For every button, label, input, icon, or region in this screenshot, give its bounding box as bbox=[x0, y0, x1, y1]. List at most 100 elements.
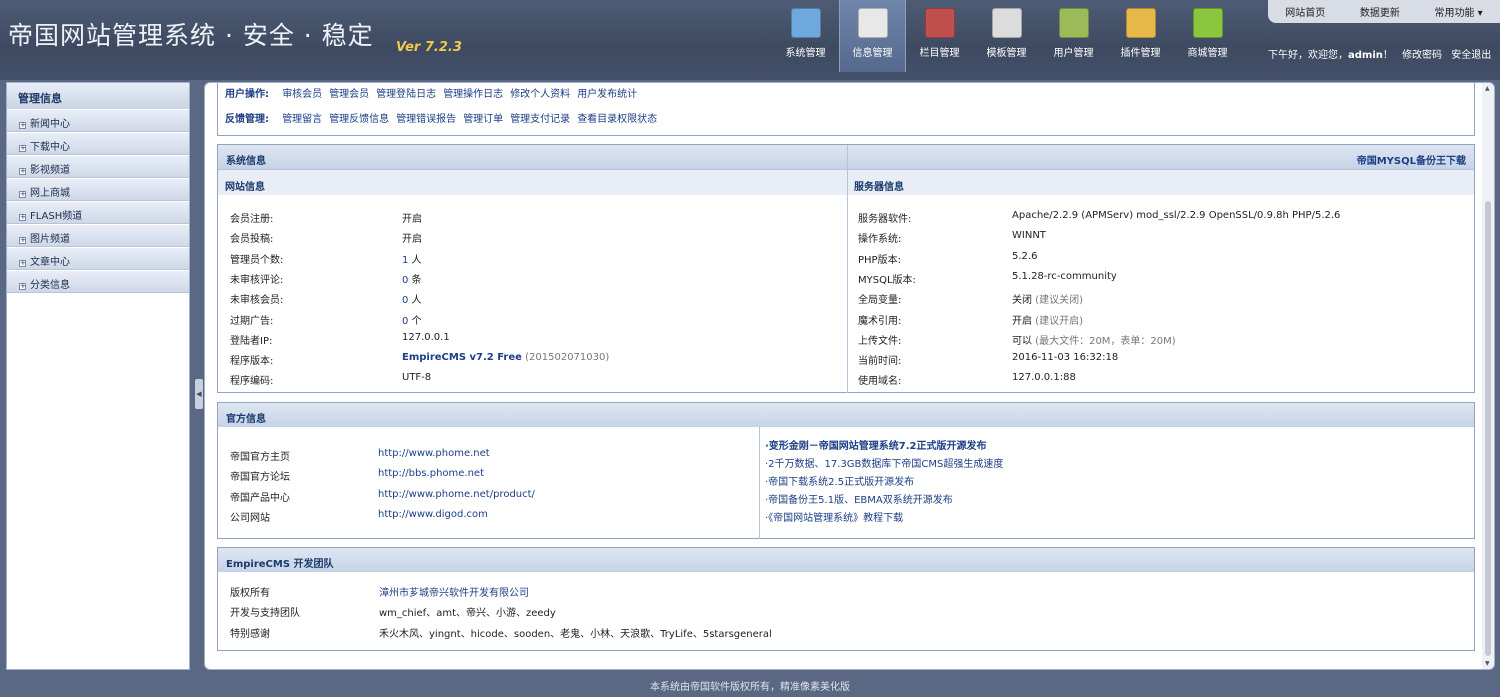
ops-link[interactable]: 查看目录权限状态 bbox=[577, 114, 657, 125]
ops-link[interactable]: 管理留言 bbox=[282, 114, 322, 125]
info-value: 开启 bbox=[402, 210, 422, 225]
nav-label: 商城管理 bbox=[1187, 48, 1228, 59]
common-functions-label: 常用功能 bbox=[1434, 8, 1475, 19]
info-value: 0 人 bbox=[402, 291, 422, 306]
info-row: 魔术引用: 开启 (建议开启) bbox=[858, 312, 1083, 327]
ops-link[interactable]: 管理会员 bbox=[329, 89, 369, 100]
scrollbar[interactable]: ▲ ▼ bbox=[1482, 83, 1494, 669]
logout-link[interactable]: 安全退出 bbox=[1451, 50, 1491, 61]
sidebar-item[interactable]: + 下载中心 bbox=[7, 133, 189, 155]
news-link[interactable]: ·2千万数据、17.3GB数据库下帝国CMS超强生成速度 bbox=[765, 455, 1003, 470]
mysql-backup-link[interactable]: 帝国MYSQL备份王下载 bbox=[1357, 152, 1466, 167]
operations-box: 用户操作: 审核会员 管理会员 管理登陆日志 管理操作日志 修改个人资料 用户发布统计 反… bbox=[217, 83, 1475, 136]
info-unit: (建议关闭) bbox=[1032, 295, 1083, 307]
info-value-text: 关闭 bbox=[1012, 295, 1032, 307]
home-link[interactable]: 网站首页 bbox=[1285, 4, 1325, 19]
sidebar-item[interactable]: + 影视频道 bbox=[7, 156, 189, 178]
info-key: 全局变量: bbox=[858, 295, 902, 307]
info-value: WINNT bbox=[1012, 230, 1046, 241]
common-functions-menu[interactable]: 常用功能 ▾ bbox=[1434, 4, 1482, 19]
expand-icon: + bbox=[19, 259, 26, 267]
shopping-bag-icon bbox=[1192, 8, 1223, 38]
change-password-link[interactable]: 修改密码 bbox=[1402, 50, 1442, 61]
info-value: 5.2.6 bbox=[1012, 251, 1037, 262]
info-row: 当前时间: 2016-11-03 16:32:18 bbox=[858, 352, 1118, 368]
info-key: 过期广告: bbox=[230, 315, 274, 327]
nav-cabinet[interactable]: 用户管理 bbox=[1040, 0, 1107, 72]
official-link-label: 帝国官方主页 bbox=[230, 452, 290, 463]
scroll-down-icon[interactable]: ▼ bbox=[1485, 660, 1490, 667]
scroll-up-icon[interactable]: ▲ bbox=[1485, 85, 1490, 92]
sidebar-item[interactable]: + 新闻中心 bbox=[7, 110, 189, 132]
news-link[interactable]: ·帝国下载系统2.5正式版开源发布 bbox=[765, 473, 914, 488]
info-value: 开启 (建议开启) bbox=[1012, 312, 1083, 327]
ops-link[interactable]: 管理错误报告 bbox=[396, 114, 456, 125]
update-link[interactable]: 数据更新 bbox=[1360, 4, 1400, 19]
nav-shopping-bag[interactable]: 商城管理 bbox=[1174, 0, 1241, 72]
ops-link[interactable]: 管理操作日志 bbox=[443, 89, 503, 100]
nav-label: 信息管理 bbox=[852, 48, 893, 59]
nav-label: 系统管理 bbox=[785, 48, 826, 59]
nav-template[interactable]: 模板管理 bbox=[973, 0, 1040, 72]
nav-label: 栏目管理 bbox=[919, 48, 960, 59]
info-row: 程序编码: UTF-8 bbox=[230, 372, 431, 387]
info-row: 管理员个数: 1 人 bbox=[230, 251, 422, 266]
ops-link[interactable]: 审核会员 bbox=[282, 89, 322, 100]
team-value[interactable]: 漳州市芗城帝兴软件开发有限公司 bbox=[379, 584, 529, 599]
team-row: 版权所有 漳州市芗城帝兴软件开发有限公司 bbox=[230, 584, 529, 599]
team-value: 禾火木风、yingnt、hicode、sooden、老鬼、小林、天浪歌、TryL… bbox=[379, 628, 772, 640]
expand-icon: + bbox=[19, 213, 26, 221]
info-value: 5.1.28-rc-community bbox=[1012, 271, 1117, 282]
official-url-link[interactable]: http://www.phome.net/product/ bbox=[378, 489, 535, 500]
nav-box[interactable]: 插件管理 bbox=[1107, 0, 1174, 72]
official-link-row: 帝国官方论坛 http://bbs.phome.net bbox=[230, 468, 484, 483]
team-label: 特别感谢 bbox=[230, 628, 270, 640]
collapse-sidebar-button[interactable]: ◀ bbox=[195, 379, 203, 409]
ops-link[interactable]: 管理支付记录 bbox=[510, 114, 570, 125]
book-icon bbox=[924, 8, 955, 38]
server-info-title: 服务器信息 bbox=[854, 182, 904, 193]
nav-notepad[interactable]: 信息管理 bbox=[839, 0, 906, 72]
team-label: 开发与支持团队 bbox=[230, 608, 300, 620]
sidebar-item[interactable]: + 图片频道 bbox=[7, 225, 189, 247]
ops-link[interactable]: 管理登陆日志 bbox=[376, 89, 436, 100]
info-row: 全局变量: 关闭 (建议关闭) bbox=[858, 291, 1083, 307]
info-value-text: 5.1.28-rc-community bbox=[1012, 270, 1117, 282]
info-row: 过期广告: 0 个 bbox=[230, 312, 422, 327]
official-url-link[interactable]: http://www.digod.com bbox=[378, 509, 488, 520]
team-box: EmpireCMS 开发团队 版权所有 漳州市芗城帝兴软件开发有限公司 开发与支持团… bbox=[217, 547, 1475, 651]
ops-link[interactable]: 用户发布统计 bbox=[577, 89, 637, 100]
official-url-link[interactable]: http://bbs.phome.net bbox=[378, 468, 484, 479]
sidebar-item-label: 网上商城 bbox=[30, 188, 70, 199]
expand-icon: + bbox=[19, 121, 26, 129]
sidebar-item[interactable]: + 文章中心 bbox=[7, 248, 189, 270]
info-key: 服务器软件: bbox=[858, 214, 912, 225]
nav-label: 用户管理 bbox=[1053, 48, 1094, 59]
info-key: 会员投稿: bbox=[230, 234, 274, 246]
system-info-title: 系统信息 bbox=[226, 156, 266, 167]
ops-link[interactable]: 管理订单 bbox=[463, 114, 503, 125]
nav-book[interactable]: 栏目管理 bbox=[906, 0, 973, 72]
news-link[interactable]: ·帝国备份王5.1版、EBMA双系统开源发布 bbox=[765, 491, 953, 506]
info-key: 当前时间: bbox=[858, 356, 902, 368]
official-link-label: 公司网站 bbox=[230, 512, 270, 524]
info-value-text: EmpireCMS v7.2 Free bbox=[402, 352, 522, 364]
official-url-link[interactable]: http://www.phome.net bbox=[378, 448, 490, 459]
team-row: 开发与支持团队 wm_chief、amt、帝兴、小游、zeedy bbox=[230, 604, 556, 620]
info-unit: 个 bbox=[408, 315, 422, 327]
nav-monitor[interactable]: 系统管理 bbox=[772, 0, 839, 72]
info-subheader: 网站信息 服务器信息 bbox=[218, 169, 1474, 195]
sidebar-item[interactable]: + 网上商城 bbox=[7, 179, 189, 201]
sidebar-item[interactable]: + 分类信息 bbox=[7, 271, 189, 293]
info-value-text: 可以 bbox=[1012, 335, 1032, 347]
info-row: PHP版本: 5.2.6 bbox=[858, 251, 1037, 266]
news-link[interactable]: ·变形金刚－帝国网站管理系统7.2正式版开源发布 bbox=[765, 437, 987, 452]
site-info-title: 网站信息 bbox=[225, 182, 265, 193]
ops-link[interactable]: 修改个人资料 bbox=[510, 89, 570, 100]
news-link[interactable]: ·《帝国网站管理系统》教程下载 bbox=[765, 509, 903, 524]
cabinet-icon bbox=[1058, 8, 1089, 38]
info-key: 未审核会员: bbox=[230, 295, 284, 307]
ops-link[interactable]: 管理反馈信息 bbox=[329, 114, 389, 125]
sidebar-item[interactable]: + FLASH频道 bbox=[7, 202, 189, 224]
scroll-thumb[interactable] bbox=[1485, 201, 1491, 656]
